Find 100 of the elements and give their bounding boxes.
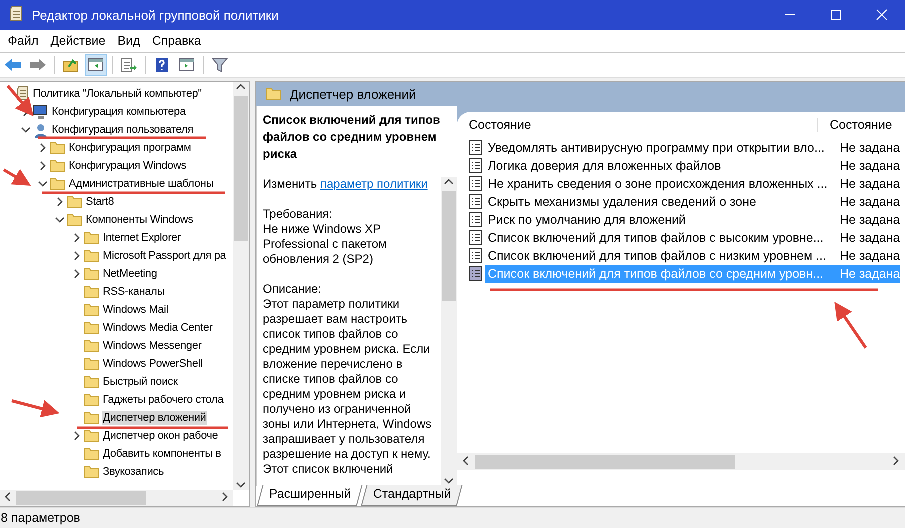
policy-name[interactable]: Список включений для типов файлов с низким уровнем ... <box>485 247 828 265</box>
annotation-arrow <box>834 302 868 349</box>
policy-state: Не задана <box>839 176 900 193</box>
chevron-icon[interactable] <box>236 82 246 92</box>
folder-icon <box>84 393 100 407</box>
folder-icon <box>84 411 100 425</box>
collapse-chevron-icon[interactable] <box>55 215 65 225</box>
policy-state: Не задана <box>839 158 900 175</box>
chevron-icon[interactable] <box>3 492 13 502</box>
computer-icon <box>33 104 49 120</box>
user-icon <box>33 122 49 138</box>
tree-item[interactable]: Административные шаблоны <box>68 177 215 191</box>
horizontal-scrollbar[interactable] <box>457 453 905 470</box>
annotation-arrow <box>12 400 60 418</box>
collapse-chevron-icon[interactable] <box>38 179 48 189</box>
policy-setting-icon <box>469 248 483 264</box>
folder-icon <box>50 159 66 173</box>
column-header[interactable]: Состояние <box>457 118 817 132</box>
chevron-icon[interactable] <box>461 456 471 466</box>
toolbar-button[interactable] <box>85 54 107 76</box>
folder-icon <box>67 213 83 227</box>
folder-icon <box>50 177 66 191</box>
horizontal-scrollbar[interactable] <box>0 490 233 506</box>
folder-icon <box>84 357 100 371</box>
menu-item[interactable]: Вид <box>112 34 146 48</box>
tree-item[interactable]: Start8 <box>85 195 116 209</box>
policy-setting-icon <box>469 212 483 228</box>
tree-item[interactable]: Windows PowerShell <box>102 357 204 371</box>
expand-chevron-icon[interactable] <box>55 197 65 207</box>
setting-title: Список включений для типов файлов со средним уровнем риска <box>262 112 442 163</box>
tree-item[interactable]: RSS-каналы <box>102 285 166 299</box>
tree-item[interactable]: Конфигурация программ <box>68 141 192 155</box>
policy-state: Не задана <box>839 194 900 211</box>
policy-setting-icon <box>469 176 483 192</box>
tree-item[interactable]: Диспетчер вложений <box>102 411 208 425</box>
folder-icon <box>84 429 100 443</box>
tree-item[interactable]: Гаджеты рабочего стола <box>102 393 225 407</box>
folder-icon <box>67 195 83 209</box>
chevron-icon[interactable] <box>891 456 901 466</box>
view-tab[interactable]: Расширенный <box>257 485 363 506</box>
tree-item[interactable]: Компоненты Windows <box>85 213 194 227</box>
menu-item[interactable]: Файл <box>2 34 45 48</box>
policy-state: Не задана <box>839 212 900 229</box>
policy-state: Не задана <box>839 230 900 247</box>
status-text: 8 параметров <box>0 511 80 525</box>
pane-icon[interactable] <box>88 58 104 72</box>
folder-icon <box>84 285 100 299</box>
policy-name[interactable]: Уведомлять антивирусную программу при открытии вло... <box>485 139 828 157</box>
back-arrow-icon[interactable] <box>4 58 22 72</box>
close-icon[interactable] <box>876 9 888 21</box>
help-icon[interactable] <box>155 57 169 73</box>
policy-name[interactable]: Скрыть механизмы удаления сведений о зоне <box>485 193 828 211</box>
collapse-chevron-icon[interactable] <box>21 125 31 135</box>
folder-icon <box>84 375 100 389</box>
tree-item[interactable]: Internet Explorer <box>102 231 182 245</box>
tree-item[interactable]: Звукозапись <box>102 465 165 479</box>
tree-item[interactable]: NetMeeting <box>102 267 158 281</box>
tree-item[interactable]: Конфигурация компьютера <box>51 105 187 119</box>
folder-icon <box>84 303 100 317</box>
menu-item[interactable]: Действие <box>44 34 112 48</box>
tree-item[interactable]: Добавить компоненты в <box>102 447 222 461</box>
tree-item[interactable]: Диспетчер окон рабоче <box>102 429 220 443</box>
policy-name[interactable]: Логика доверия для вложенных файлов <box>485 157 828 175</box>
policy-name[interactable]: Риск по умолчанию для вложений <box>485 211 828 229</box>
policy-setting-icon <box>469 266 483 282</box>
vertical-scrollbar[interactable] <box>233 82 249 490</box>
folder-up-icon[interactable] <box>63 58 79 72</box>
export-list-icon[interactable] <box>121 58 137 72</box>
column-header[interactable]: Состояние <box>817 118 897 132</box>
panel-icon[interactable] <box>179 58 195 72</box>
chevron-icon[interactable] <box>444 177 454 187</box>
view-tab[interactable]: Стандартный <box>361 485 463 506</box>
policy-name[interactable]: Не хранить сведения о зоне происхождения вложенных ... <box>485 175 828 193</box>
expand-chevron-icon[interactable] <box>72 431 82 441</box>
policy-setting-icon <box>469 230 483 246</box>
tree-item[interactable]: Конфигурация пользователя <box>51 123 195 137</box>
maximize-icon[interactable] <box>830 9 842 21</box>
forward-arrow-icon[interactable] <box>29 58 47 72</box>
tree-item[interactable]: Windows Mail <box>102 303 170 317</box>
tree-item[interactable]: Конфигурация Windows <box>68 159 188 173</box>
window-title: Редактор локальной групповой политики <box>32 8 280 22</box>
tree-item[interactable]: Windows Media Center <box>102 321 214 335</box>
policy-name[interactable]: Список включений для типов файлов с высоким уровне... <box>485 229 828 247</box>
tree-item[interactable]: Быстрый поиск <box>102 375 179 389</box>
folder-icon <box>84 321 100 335</box>
description-text: Описание: Этот параметр политики разрешает вам настроить список типов файлов со средним уровнем риска. Если вложение перечислено в списке типов файлов со средним уровнем риска и получено из ограниченной зоны или Интернета, Windows запрашивает у пользователя разрешение на доступ к нему. Этот список включений <box>263 282 433 477</box>
folder-icon <box>84 447 100 461</box>
policy-setting-icon <box>469 194 483 210</box>
policy-link[interactable]: параметр политики <box>320 177 428 191</box>
vertical-scrollbar[interactable] <box>441 177 457 486</box>
policy-state: Не задана <box>839 140 900 157</box>
chevron-icon[interactable] <box>444 476 454 486</box>
tree-item[interactable]: Windows Messenger <box>102 339 203 353</box>
policy-state: Не задана <box>839 248 900 265</box>
menu-item[interactable]: Справка <box>146 34 208 48</box>
tree-item[interactable]: Microsoft Passport для ра <box>102 249 228 263</box>
annotation-arrow <box>6 85 34 117</box>
filter-icon[interactable] <box>212 58 228 72</box>
tree-item[interactable]: Политика "Локальный компьютер" <box>32 87 203 101</box>
header-title: Диспетчер вложений <box>290 86 416 102</box>
